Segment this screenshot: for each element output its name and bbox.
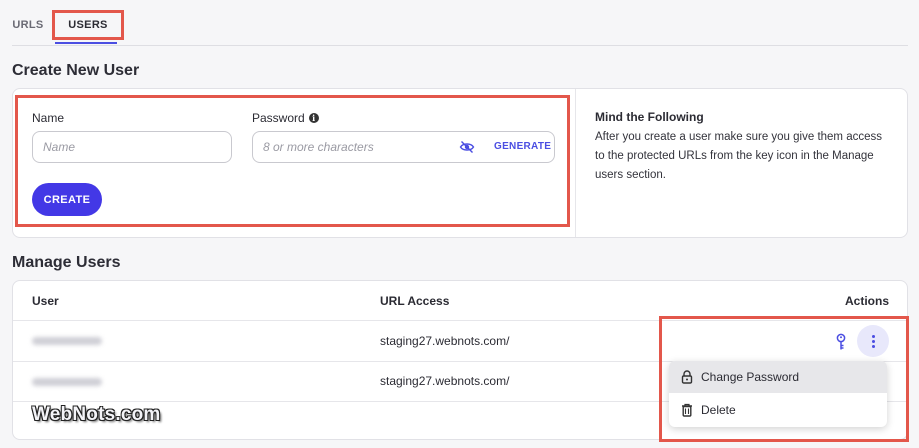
- tab-users[interactable]: USERS: [52, 10, 124, 40]
- column-header-actions: Actions: [845, 294, 890, 308]
- info-icon[interactable]: i: [308, 113, 319, 123]
- create-user-heading: Create New User: [12, 62, 140, 79]
- blurred-username: [32, 337, 102, 345]
- active-tab-indicator: [55, 42, 117, 44]
- eye-slash-icon[interactable]: [459, 139, 475, 155]
- notice-text: After you create a user make sure you gi…: [595, 131, 882, 181]
- actions-menu: Change Password Delete: [669, 361, 887, 427]
- column-header-user: User: [32, 294, 59, 308]
- menu-item-change-password[interactable]: Change Password: [669, 361, 887, 393]
- password-label: Password i: [252, 111, 319, 125]
- tab-urls[interactable]: URLS: [10, 10, 46, 40]
- card-divider: [575, 89, 576, 237]
- url-access-cell: staging27.webnots.com/: [380, 374, 510, 388]
- menu-item-label: Delete: [701, 403, 736, 417]
- generate-password-button[interactable]: GENERATE: [494, 141, 551, 152]
- blurred-username: [32, 378, 102, 386]
- notice-title: Mind the Following: [595, 110, 704, 124]
- tab-bar: [12, 0, 908, 46]
- name-input[interactable]: Name: [32, 131, 232, 163]
- vertical-dots-icon: [871, 334, 875, 348]
- trash-icon: [682, 403, 692, 417]
- create-user-button[interactable]: CREATE: [32, 183, 102, 216]
- name-label: Name: [32, 111, 65, 125]
- more-actions-button[interactable]: [857, 325, 889, 357]
- watermark-logo: WebNots.com: [32, 404, 161, 425]
- menu-item-delete[interactable]: Delete: [669, 394, 887, 426]
- url-access-cell: staging27.webnots.com/: [380, 334, 510, 348]
- key-icon[interactable]: [834, 333, 848, 351]
- lock-icon: [681, 370, 693, 384]
- menu-item-label: Change Password: [701, 370, 800, 384]
- column-header-url-access: URL Access: [380, 294, 450, 308]
- header-divider: [13, 320, 907, 321]
- manage-users-heading: Manage Users: [12, 254, 121, 271]
- password-label-text: Password: [252, 111, 305, 125]
